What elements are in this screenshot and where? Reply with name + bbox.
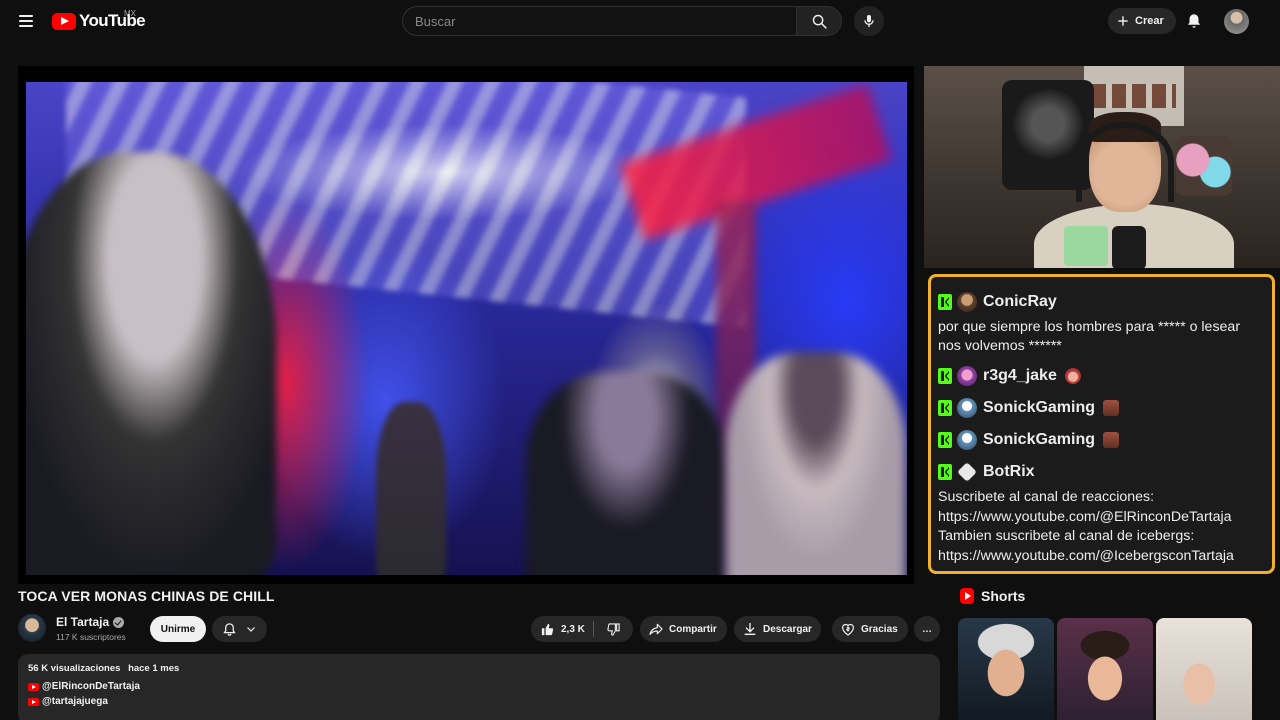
view-count: 56 K visualizaciones [28,663,121,674]
country-code: MX [124,9,136,18]
video-player[interactable] [18,66,914,584]
upload-date: hace 1 mes [128,663,180,674]
subscriber-count: 117 K suscriptores [56,632,126,642]
chat-message: SonickGaming [938,392,1266,424]
bell-icon [1188,14,1200,28]
description-box[interactable]: 56 K visualizaciones hace 1 mes @ElRinco… [18,654,940,720]
join-button[interactable]: Unirme [150,616,206,642]
short-thumbnail[interactable] [1057,618,1153,720]
youtube-play-icon [52,12,76,30]
search-button[interactable] [796,6,842,36]
chat-text: Suscribete al canal de reacciones: https… [938,489,1234,564]
short-thumbnail[interactable] [1156,618,1252,720]
hamburger-icon [19,15,33,17]
emote-icon [1103,400,1120,416]
create-label: Crear [1135,15,1164,27]
like-dislike-group: 2,3 K [531,616,633,642]
chevron-down-icon [247,627,255,632]
thanks-label: Gracias [861,623,898,635]
kick-badge-icon [938,464,952,480]
chat-overlay: ConicRay por que siempre los hombres par… [928,274,1275,574]
emote-icon [1103,432,1120,448]
shorts-icon [960,588,974,604]
search-icon [812,14,827,29]
create-button[interactable]: Crear [1108,8,1176,34]
short-thumbnail[interactable] [958,618,1054,720]
emote-icon [1064,368,1081,384]
chat-text: por que siempre los hombres para ***** o… [938,319,1241,354]
bell-icon [223,622,236,636]
search-input[interactable] [402,6,796,36]
chat-username: BotRix [983,463,1035,480]
microphone-icon [864,15,874,27]
youtube-icon [28,697,39,706]
kick-badge-icon [938,294,952,310]
thanks-button[interactable]: Gracias [832,616,908,642]
user-avatar [957,430,977,450]
kick-badge-icon [938,400,952,416]
chat-message: r3g4_jake [938,360,1266,392]
kick-badge-icon [938,432,952,448]
chat-message: ConicRay [938,286,1266,318]
account-avatar[interactable] [1224,9,1249,34]
streamer-webcam [924,66,1280,268]
chat-username: ConicRay [983,293,1057,310]
more-actions-button[interactable]: … [914,616,940,642]
kick-badge-icon [938,368,952,384]
chat-username: r3g4_jake [983,367,1057,384]
bot-icon [957,462,977,482]
channel-name-row: El Tartaja [56,615,125,629]
user-avatar [957,366,977,386]
menu-button[interactable] [14,9,38,33]
description-link[interactable]: @ElRinconDeTartaja [28,681,930,692]
user-avatar [957,292,977,312]
chat-message: SonickGaming [938,424,1266,456]
shorts-title: Shorts [981,588,1026,604]
verified-icon [113,616,125,628]
share-button[interactable]: Compartir [640,616,727,642]
share-label: Compartir [669,623,717,635]
subscribe-notifications-button[interactable] [212,616,267,642]
youtube-icon [28,682,39,691]
chat-username: SonickGaming [983,399,1096,416]
download-label: Descargar [763,623,812,635]
like-count: 2,3 K [561,623,585,635]
heart-dollar-icon [842,623,854,636]
dislike-button[interactable] [594,616,632,642]
voice-search-button[interactable] [854,6,884,36]
chat-message: BotRix [938,456,1266,488]
video-title: TOCA VER MONAS CHINAS DE CHILL [18,588,275,604]
like-button[interactable]: 2,3 K [531,616,593,642]
share-arrow-icon [649,623,663,635]
download-button[interactable]: Descargar [734,616,821,642]
chat-username: SonickGaming [983,431,1096,448]
top-bar: YouTube MX Crear [0,0,1280,42]
channel-name[interactable]: El Tartaja [56,615,109,629]
download-icon [744,623,756,635]
video-frame[interactable] [26,82,907,575]
link-text: @tartajajuega [42,696,108,707]
plus-icon [1118,16,1128,26]
channel-avatar[interactable] [18,614,46,642]
user-avatar [957,398,977,418]
thumbs-up-icon [541,623,554,635]
more-actions-label: … [922,623,932,635]
notifications-button[interactable] [1182,9,1206,33]
description-meta: 56 K visualizaciones hace 1 mes [28,663,930,674]
link-text: @ElRinconDeTartaja [42,681,140,692]
shorts-header: Shorts [960,588,1025,604]
thumbs-down-icon [606,622,620,636]
description-link[interactable]: @tartajajuega [28,696,930,707]
search-bar [402,6,842,36]
